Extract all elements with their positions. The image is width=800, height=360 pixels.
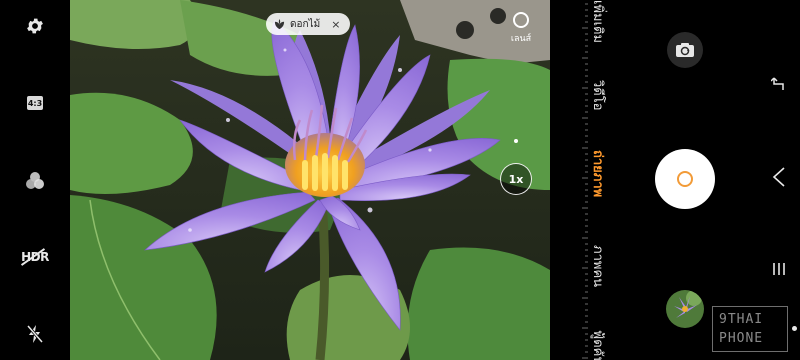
zoom-button[interactable]: 1x [500,163,532,195]
scene-chip-label: ดอกไม้ [290,18,321,30]
hdr-button[interactable]: HDR [21,245,49,269]
back-icon [771,77,784,90]
back-button[interactable] [768,73,790,95]
flash-off-icon [26,325,44,343]
camera-flip-icon [676,43,694,57]
scene-detection-chip[interactable]: ดอกไม้ × [266,13,351,35]
shutter-indicator [677,171,693,187]
camera-viewfinder[interactable]: ดอกไม้ × เลนส์ 1x [70,0,550,360]
lens-label: เลนส์ [510,34,532,44]
mode-more[interactable]: เพิ่มเติม [588,0,609,43]
nav-indicator-dot [792,326,797,331]
gallery-thumbnail[interactable] [666,290,704,328]
lens-button[interactable]: เลนส์ [503,12,539,46]
lens-icon [513,12,529,28]
recents-button[interactable] [768,258,790,280]
gear-icon [27,18,43,34]
switch-camera-button[interactable] [667,32,703,68]
mode-selector: เพิ่มเติม วิดีโอ ถ่ายภาพ ภาพคน ฟู้ดคัน [550,0,630,360]
settings-button[interactable] [23,14,47,38]
aspect-ratio-label: 4:3 [27,96,43,110]
close-icon[interactable]: × [331,18,340,31]
filter-button[interactable] [23,169,47,193]
mode-portrait[interactable]: ภาพคน [588,245,609,287]
home-button[interactable] [768,166,790,188]
mode-photo[interactable]: ถ่ายภาพ [588,150,609,197]
flash-button[interactable] [23,322,47,346]
home-icon [772,167,785,187]
watermark-line2: PHONE [719,331,764,346]
viewfinder-scene [70,0,550,360]
hdr-label: HDR [21,248,49,266]
filter-circles-icon [26,172,44,189]
mode-food[interactable]: ฟู้ดคัน [588,330,609,360]
camera-app-screen: 4:3 HDR ดอกไม้ × เลนส์ 1x เพิ่มเติม วิดี… [0,0,800,360]
shutter-button[interactable] [655,149,715,209]
mode-video[interactable]: วิดีโอ [588,80,609,111]
watermark-logo: 9THAI PHONE [712,306,788,352]
left-toolbar: 4:3 HDR [0,0,70,360]
watermark-line1: 9THAI [719,312,764,327]
recents-icon [773,263,785,275]
flower-icon [274,18,285,29]
zoom-indicator-dot [514,139,518,143]
aspect-ratio-button[interactable]: 4:3 [23,91,47,115]
gallery-preview-image [666,290,704,328]
